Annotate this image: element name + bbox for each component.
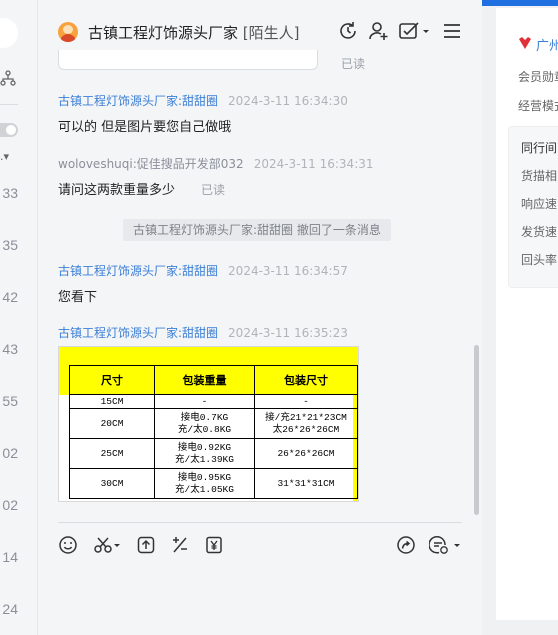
add-contact-icon[interactable] bbox=[367, 20, 389, 42]
table-cell: 接电0.7KG 充/太0.8KG bbox=[154, 408, 255, 439]
org-tree-icon[interactable] bbox=[0, 70, 16, 86]
stranger-tag: [陌生人] bbox=[242, 24, 300, 42]
timestamp: 2024-3-11 16:34:57 bbox=[228, 264, 348, 278]
message-text: 请问这两款重量多少 bbox=[58, 183, 176, 198]
conversation-list-strip: .▾ 33 35 42 43 55 02 02 14 24 bbox=[0, 0, 38, 635]
message-text: 可以的 但是图片要您自己做哦 bbox=[58, 120, 232, 135]
table-cell: 25CM bbox=[69, 438, 155, 469]
supplier-info-panel: 广州 会员勋章 经营模式 同行间 货描相 响应速 发货速 回头率 bbox=[496, 8, 558, 620]
timestamp: 2024-3-11 16:34:30 bbox=[228, 94, 348, 108]
cell-line: 充/太0.8KG bbox=[177, 423, 232, 435]
contact-name: 古镇工程灯饰源头厂家 bbox=[88, 24, 239, 42]
table-cell: - bbox=[254, 394, 358, 409]
table-cell: 接/充21*21*23CM 太26*26*26CM bbox=[254, 408, 358, 439]
cell-line: 接电0.7KG bbox=[180, 411, 229, 423]
message-meta: woloveshuqi:促佳搜品开发部032 2024-3-11 16:34:31 bbox=[58, 155, 374, 172]
metric-label: 回头率 bbox=[521, 253, 558, 267]
cell-line: 接/充21*21*23CM bbox=[265, 411, 347, 423]
avatar[interactable] bbox=[0, 18, 18, 48]
sender-name[interactable]: 古镇工程灯饰源头厂家:甜甜圈 bbox=[58, 94, 218, 108]
table-row: 25CM 接电0.92KG 充/太1.39KG 26*26*26CM bbox=[69, 438, 358, 469]
peer-comparison-title: 同行间 bbox=[521, 141, 558, 155]
table-cell: - bbox=[154, 394, 255, 409]
image-band bbox=[59, 347, 69, 395]
product-spec-image[interactable]: 尺寸 包装重量 包装尺寸 15CM - - 20CM 接电0.7KG 充/太0.8… bbox=[58, 346, 359, 502]
task-check-icon[interactable] bbox=[398, 20, 432, 42]
message-text: 您看下 bbox=[58, 290, 98, 305]
metric-label: 响应速 bbox=[521, 197, 558, 211]
table-row: 20CM 接电0.7KG 充/太0.8KG 接/充21*21*23CM 太26*26… bbox=[69, 408, 358, 439]
list-item-time[interactable]: 02 bbox=[0, 497, 18, 513]
company-name-link[interactable]: 广州 bbox=[536, 35, 558, 54]
list-item-time[interactable]: 33 bbox=[0, 185, 18, 201]
table-cell: 30CM bbox=[69, 468, 155, 499]
top-accent-bar bbox=[482, 0, 558, 6]
message-meta: 古镇工程灯饰源头厂家:甜甜圈 2024-3-11 16:34:57 bbox=[58, 262, 348, 279]
table-row: 30CM 接电0.95KG 充/太1.05KG 31*31*31CM bbox=[69, 468, 358, 499]
chevron-down-icon[interactable]: .▾ bbox=[0, 150, 9, 163]
peer-comparison-box: 同行间 货描相 响应速 发货速 回头率 bbox=[508, 126, 558, 288]
image-band bbox=[59, 347, 358, 365]
cell-line: 充/太1.39KG bbox=[175, 453, 234, 465]
table-cell: 15CM bbox=[69, 394, 155, 409]
table-header: 包装尺寸 bbox=[254, 365, 358, 395]
chat-panel: 古镇工程灯饰源头厂家 [陌生人] 已读 古镇工程灯饰源头厂家:甜甜圈 2024-… bbox=[38, 0, 482, 635]
list-item-time[interactable]: 55 bbox=[0, 393, 18, 409]
scrollbar[interactable] bbox=[474, 345, 479, 515]
metric-label: 发货速 bbox=[521, 225, 558, 239]
cell-line: 太26*26*26CM bbox=[272, 423, 340, 435]
toggle-switch[interactable] bbox=[0, 123, 18, 137]
timestamp: 2024-3-11 16:35:23 bbox=[228, 326, 348, 340]
list-item-time[interactable]: 43 bbox=[0, 341, 18, 357]
upload-icon[interactable] bbox=[136, 535, 156, 555]
table-row: 15CM - - bbox=[69, 394, 358, 409]
table-cell: 接电0.95KG 充/太1.05KG bbox=[154, 468, 255, 499]
member-badge-label: 会员勋章 bbox=[518, 70, 558, 84]
divider bbox=[0, 104, 18, 105]
list-item-time[interactable]: 35 bbox=[0, 237, 18, 253]
merchant-badge-icon bbox=[519, 37, 531, 49]
message-list: 已读 古镇工程灯饰源头厂家:甜甜圈 2024-3-11 16:34:30 可以的 … bbox=[38, 50, 482, 520]
clock-settings-icon[interactable] bbox=[429, 535, 463, 555]
read-status: 已读 bbox=[341, 57, 366, 71]
list-item-time[interactable]: 42 bbox=[0, 289, 18, 305]
percent-icon[interactable] bbox=[170, 535, 190, 555]
cell-line: 充/太1.05KG bbox=[175, 483, 234, 495]
table-cell: 26*26*26CM bbox=[254, 438, 358, 469]
input-toolbar bbox=[38, 533, 482, 559]
sender-name[interactable]: woloveshuqi:促佳搜品开发部032 bbox=[58, 157, 244, 171]
list-item-time[interactable]: 24 bbox=[0, 601, 18, 617]
contact-avatar[interactable] bbox=[58, 22, 78, 42]
recall-notice: 古镇工程灯饰源头厂家:甜甜圈 撤回了一条消息 bbox=[123, 219, 391, 241]
refresh-icon[interactable] bbox=[337, 20, 359, 42]
divider bbox=[58, 522, 462, 523]
table-cell: 31*31*31CM bbox=[254, 468, 358, 499]
read-status: 已读 bbox=[201, 183, 226, 197]
chat-header: 古镇工程灯饰源头厂家 [陌生人] bbox=[38, 8, 482, 54]
menu-icon[interactable] bbox=[441, 20, 463, 42]
cell-line: 接电0.92KG bbox=[177, 441, 232, 453]
cell-line: 接电0.95KG bbox=[177, 471, 232, 483]
list-item-time[interactable]: 14 bbox=[0, 549, 18, 565]
timestamp: 2024-3-11 16:34:31 bbox=[253, 157, 374, 171]
metric-label: 货描相 bbox=[521, 169, 558, 183]
list-item-time[interactable]: 02 bbox=[0, 445, 18, 461]
emoji-icon[interactable] bbox=[58, 535, 78, 555]
chat-title: 古镇工程灯饰源头厂家 [陌生人] bbox=[88, 22, 300, 43]
table-header: 尺寸 bbox=[69, 365, 155, 395]
spec-table: 尺寸 包装重量 包装尺寸 15CM - - 20CM 接电0.7KG 充/太0.8… bbox=[69, 365, 358, 499]
business-mode-label: 经营模式 bbox=[518, 99, 558, 113]
share-icon[interactable] bbox=[396, 535, 416, 555]
message-meta: 古镇工程灯饰源头厂家:甜甜圈 2024-3-11 16:34:30 bbox=[58, 92, 348, 109]
table-cell: 20CM bbox=[69, 408, 155, 439]
table-header: 包装重量 bbox=[154, 365, 255, 395]
sender-name[interactable]: 古镇工程灯饰源头厂家:甜甜圈 bbox=[58, 264, 218, 278]
yuan-icon[interactable] bbox=[204, 535, 224, 555]
scissors-icon[interactable] bbox=[93, 535, 123, 555]
message-meta: 古镇工程灯饰源头厂家:甜甜圈 2024-3-11 16:35:23 bbox=[58, 324, 348, 341]
sender-name[interactable]: 古镇工程灯饰源头厂家:甜甜圈 bbox=[58, 326, 218, 340]
message-bubble bbox=[58, 50, 318, 70]
table-cell: 接电0.92KG 充/太1.39KG bbox=[154, 438, 255, 469]
